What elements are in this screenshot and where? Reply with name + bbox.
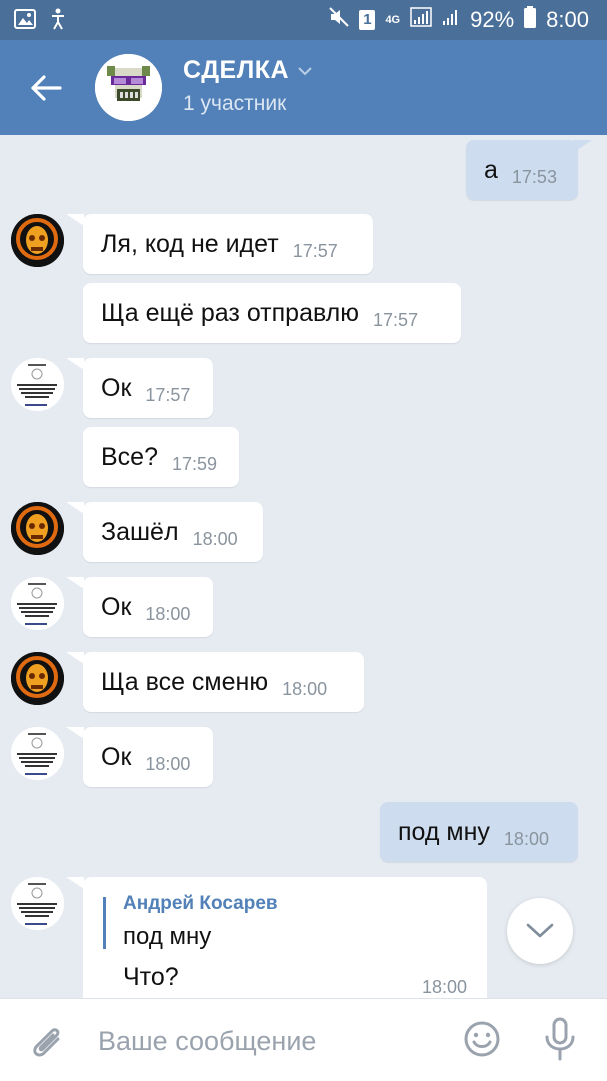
skull-avatar-icon: [11, 502, 64, 555]
clock: 8:00: [546, 7, 589, 32]
message-time: 17:59: [171, 453, 218, 474]
message-bubble-reply[interactable]: Андрей Косарев под мну Что? 18:00: [83, 877, 487, 1007]
message-time: 18:00: [282, 678, 328, 699]
message-text: Ок: [101, 742, 132, 771]
message-bubble[interactable]: Зашёл 18:00: [83, 502, 263, 562]
meme-avatar-icon: [11, 727, 64, 780]
message-composer: [0, 998, 607, 1081]
arrow-left-icon: [31, 75, 62, 101]
avatar[interactable]: [11, 727, 64, 780]
message-time: 18:00: [145, 603, 191, 624]
chat-members-count: 1 участник: [183, 92, 287, 115]
message-input[interactable]: [96, 1017, 440, 1065]
attach-button[interactable]: [28, 1021, 66, 1066]
smiley-icon: [464, 1021, 500, 1057]
message-text: Ок: [101, 592, 132, 621]
message-time: 17:53: [511, 166, 557, 187]
message-text: под мну: [398, 817, 490, 846]
skull-avatar-icon: [11, 652, 64, 705]
bubble-tail: [66, 727, 84, 739]
message-text: Зашёл: [101, 517, 179, 546]
status-bar: 1 4G 92% 8:00: [0, 0, 607, 40]
message-bubble[interactable]: Ок 17:57: [83, 358, 213, 418]
microphone-icon: [545, 1017, 575, 1061]
emoji-button[interactable]: [463, 1020, 501, 1063]
mute-icon: [329, 7, 350, 33]
message-time: 18:00: [145, 753, 191, 774]
message-time: 17:57: [373, 309, 419, 330]
message-text: Ок: [101, 373, 132, 402]
avatar[interactable]: [11, 577, 64, 630]
meme-avatar-icon: [11, 877, 64, 930]
avatar[interactable]: [11, 877, 64, 930]
avatar[interactable]: [11, 358, 64, 411]
chat-title[interactable]: СДЕЛКА: [183, 56, 313, 85]
chevron-down-icon: [298, 66, 312, 75]
paperclip-icon: [33, 1028, 60, 1057]
message-text: Все?: [101, 442, 158, 471]
bubble-tail: [66, 358, 84, 370]
message-bubble[interactable]: Ща все сменю 18:00: [83, 652, 364, 712]
message-bubble-outgoing[interactable]: под мну 18:00: [380, 802, 578, 862]
bubble-tail: [574, 140, 592, 152]
chat-avatar[interactable]: [95, 54, 162, 121]
avatar[interactable]: [11, 502, 64, 555]
battery-icon: [524, 6, 537, 34]
message-time: 18:00: [503, 828, 549, 849]
bubble-tail: [66, 577, 84, 589]
message-bubble[interactable]: Ля, код не идет 17:57: [83, 214, 373, 274]
message-time: 18:00: [192, 528, 238, 549]
signal-icon: [410, 7, 432, 33]
voice-message-button[interactable]: [543, 1017, 577, 1066]
message-bubble-outgoing[interactable]: а 17:53: [466, 140, 578, 200]
message-text: Ща все сменю: [101, 667, 269, 696]
bubble-tail: [66, 877, 84, 889]
message-text: а: [484, 155, 498, 184]
meme-avatar-icon: [11, 577, 64, 630]
gallery-icon: [14, 9, 36, 34]
chat-title-text: СДЕЛКА: [183, 56, 290, 84]
avatar[interactable]: [11, 652, 64, 705]
signal-icon-2: [442, 7, 460, 33]
message-text: Ща ещё раз отправлю: [101, 298, 360, 327]
avatar[interactable]: [11, 214, 64, 267]
message-bubble[interactable]: Ок 18:00: [83, 577, 213, 637]
quoted-text[interactable]: под мну: [123, 923, 211, 951]
skull-sunglasses-icon: [95, 54, 162, 121]
meme-avatar-icon: [11, 358, 64, 411]
accessibility-icon: [50, 8, 66, 35]
bubble-tail: [66, 214, 84, 226]
quoted-author[interactable]: Андрей Косарев: [123, 893, 278, 915]
message-time: 18:00: [421, 977, 467, 997]
skull-avatar-icon: [11, 214, 64, 267]
sim-badge: 1: [359, 10, 376, 30]
scroll-to-bottom-button[interactable]: [507, 898, 573, 964]
battery-percent: 92%: [470, 7, 515, 32]
message-bubble[interactable]: Ок 18:00: [83, 727, 213, 787]
chat-header: СДЕЛКА 1 участник: [0, 40, 607, 135]
chevron-down-icon: [526, 923, 554, 938]
bubble-tail: [66, 652, 84, 664]
bubble-tail: [66, 502, 84, 514]
message-time: 17:57: [145, 384, 191, 405]
back-button[interactable]: [24, 66, 68, 110]
message-bubble[interactable]: Все? 17:59: [83, 427, 239, 487]
message-text: Ля, код не идет: [101, 229, 279, 258]
message-text: Что?: [123, 963, 179, 991]
message-time: 17:57: [292, 240, 338, 261]
quote-bar: [103, 897, 106, 949]
message-bubble[interactable]: Ща ещё раз отправлю 17:57: [83, 283, 461, 343]
network-type: 4G: [385, 14, 401, 26]
